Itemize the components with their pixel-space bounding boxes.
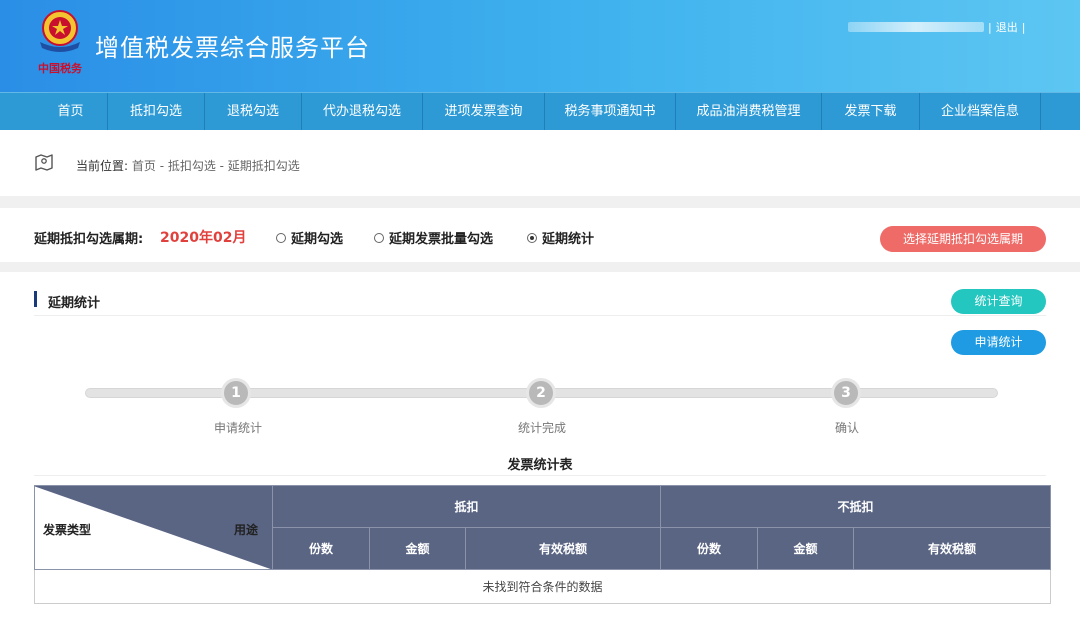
radio-deferred-select[interactable]: 延期勾选: [276, 228, 343, 247]
period-label: 延期抵扣勾选属期:: [34, 232, 144, 247]
column-valid-tax: 有效税额: [464, 527, 662, 570]
apply-stat-button[interactable]: 申请统计: [951, 330, 1046, 355]
user-separator-end: |: [1021, 20, 1026, 34]
stat-query-button[interactable]: 统计查询: [951, 289, 1046, 314]
table-corner-cell: 发票类型 用途: [34, 485, 273, 570]
location-map-icon: [35, 154, 53, 171]
user-area: | 退出 |: [848, 20, 1029, 34]
nav-item-oil-tax-management[interactable]: 成品油消费税管理: [676, 93, 822, 130]
table-row: 未找到符合条件的数据: [33, 569, 1052, 604]
breadcrumb: 当前位置: 首页 - 抵扣勾选 - 延期抵扣勾选: [76, 157, 300, 174]
step-3-label: 确认: [834, 421, 859, 435]
nav-item-company-profile[interactable]: 企业档案信息: [920, 93, 1041, 130]
nav-item-agent-refund-select[interactable]: 代办退税勾选: [302, 93, 423, 130]
radio-label: 延期发票批量勾选: [389, 232, 494, 247]
step-2-label: 统计完成: [517, 421, 566, 435]
corner-invoice-type: 发票类型: [43, 523, 92, 537]
empty-message: 未找到符合条件的数据: [33, 569, 1052, 604]
radio-circle-icon: [374, 232, 384, 243]
section-title: 延期统计: [48, 296, 101, 311]
radio-label: 延期统计: [542, 232, 595, 247]
column-amount: 金额: [757, 527, 855, 570]
tax-emblem-logo: 中国税务: [38, 10, 83, 75]
nav-item-deduction-select[interactable]: 抵扣勾选: [108, 93, 205, 130]
step-2-circle: 2: [526, 378, 556, 408]
section-divider: [34, 315, 1046, 316]
period-bar: 延期抵扣勾选属期: 2020年02月 延期勾选 延期发票批量勾选 延期统计 选择…: [0, 208, 1080, 262]
nav-item-refund-select[interactable]: 退税勾选: [205, 93, 302, 130]
column-valid-tax: 有效税额: [853, 527, 1052, 570]
breadcrumb-prefix: 当前位置:: [76, 159, 129, 173]
logout-link[interactable]: 退出: [996, 19, 1018, 35]
period-value: 2020年02月: [160, 230, 247, 246]
radio-selected-icon: [527, 232, 537, 243]
nav-item-tax-notice[interactable]: 税务事项通知书: [545, 93, 676, 130]
section-marker: [34, 291, 37, 307]
header-deduct-group: 抵扣: [271, 485, 662, 528]
column-count: 份数: [272, 527, 370, 570]
nav-item-input-invoice-query[interactable]: 进项发票查询: [423, 93, 545, 130]
user-name-blurred: [848, 22, 984, 32]
radio-deferred-stats[interactable]: 延期统计: [527, 228, 594, 247]
breadcrumb-bar: 当前位置: 首页 - 抵扣勾选 - 延期抵扣勾选: [0, 130, 1080, 196]
user-separator: |: [988, 20, 992, 34]
step-1-circle: 1: [221, 378, 251, 408]
table-title-divider: [34, 475, 1046, 476]
platform-title: 增值税发票综合服务平台: [95, 34, 370, 62]
nav-item-home[interactable]: 首页: [34, 93, 108, 130]
header-banner: 中国税务 增值税发票综合服务平台 | 退出 |: [0, 0, 1080, 92]
column-count: 份数: [660, 527, 759, 570]
step-3-circle: 3: [831, 378, 861, 408]
nav-item-invoice-download[interactable]: 发票下载: [822, 93, 920, 130]
radio-circle-icon: [276, 232, 286, 243]
column-amount: 金额: [369, 527, 466, 570]
breadcrumb-path: 首页 - 抵扣勾选 - 延期抵扣勾选: [131, 159, 300, 173]
main-nav: 首页 抵扣勾选 退税勾选 代办退税勾选 进项发票查询 税务事项通知书 成品油消费…: [0, 92, 1080, 130]
logo-text: 中国税务: [38, 61, 83, 75]
table-title: 发票统计表: [507, 458, 573, 473]
select-period-button[interactable]: 选择延期抵扣勾选属期: [880, 226, 1046, 252]
radio-label: 延期勾选: [291, 232, 344, 247]
step-1-label: 申请统计: [213, 421, 262, 435]
invoice-stats-table: 发票类型 用途 抵扣 不抵扣 份数 金额 有效税额 份数 金额 有效税额 未找到…: [33, 485, 1052, 604]
main-panel: 延期统计 统计查询 申请统计 1 2 3 申请统计 统计完成 确认 发票统计表 …: [0, 272, 1080, 627]
corner-usage: 用途: [233, 523, 258, 537]
radio-batch-select[interactable]: 延期发票批量勾选: [374, 228, 493, 247]
header-no-deduct-group: 不抵扣: [660, 485, 1052, 528]
